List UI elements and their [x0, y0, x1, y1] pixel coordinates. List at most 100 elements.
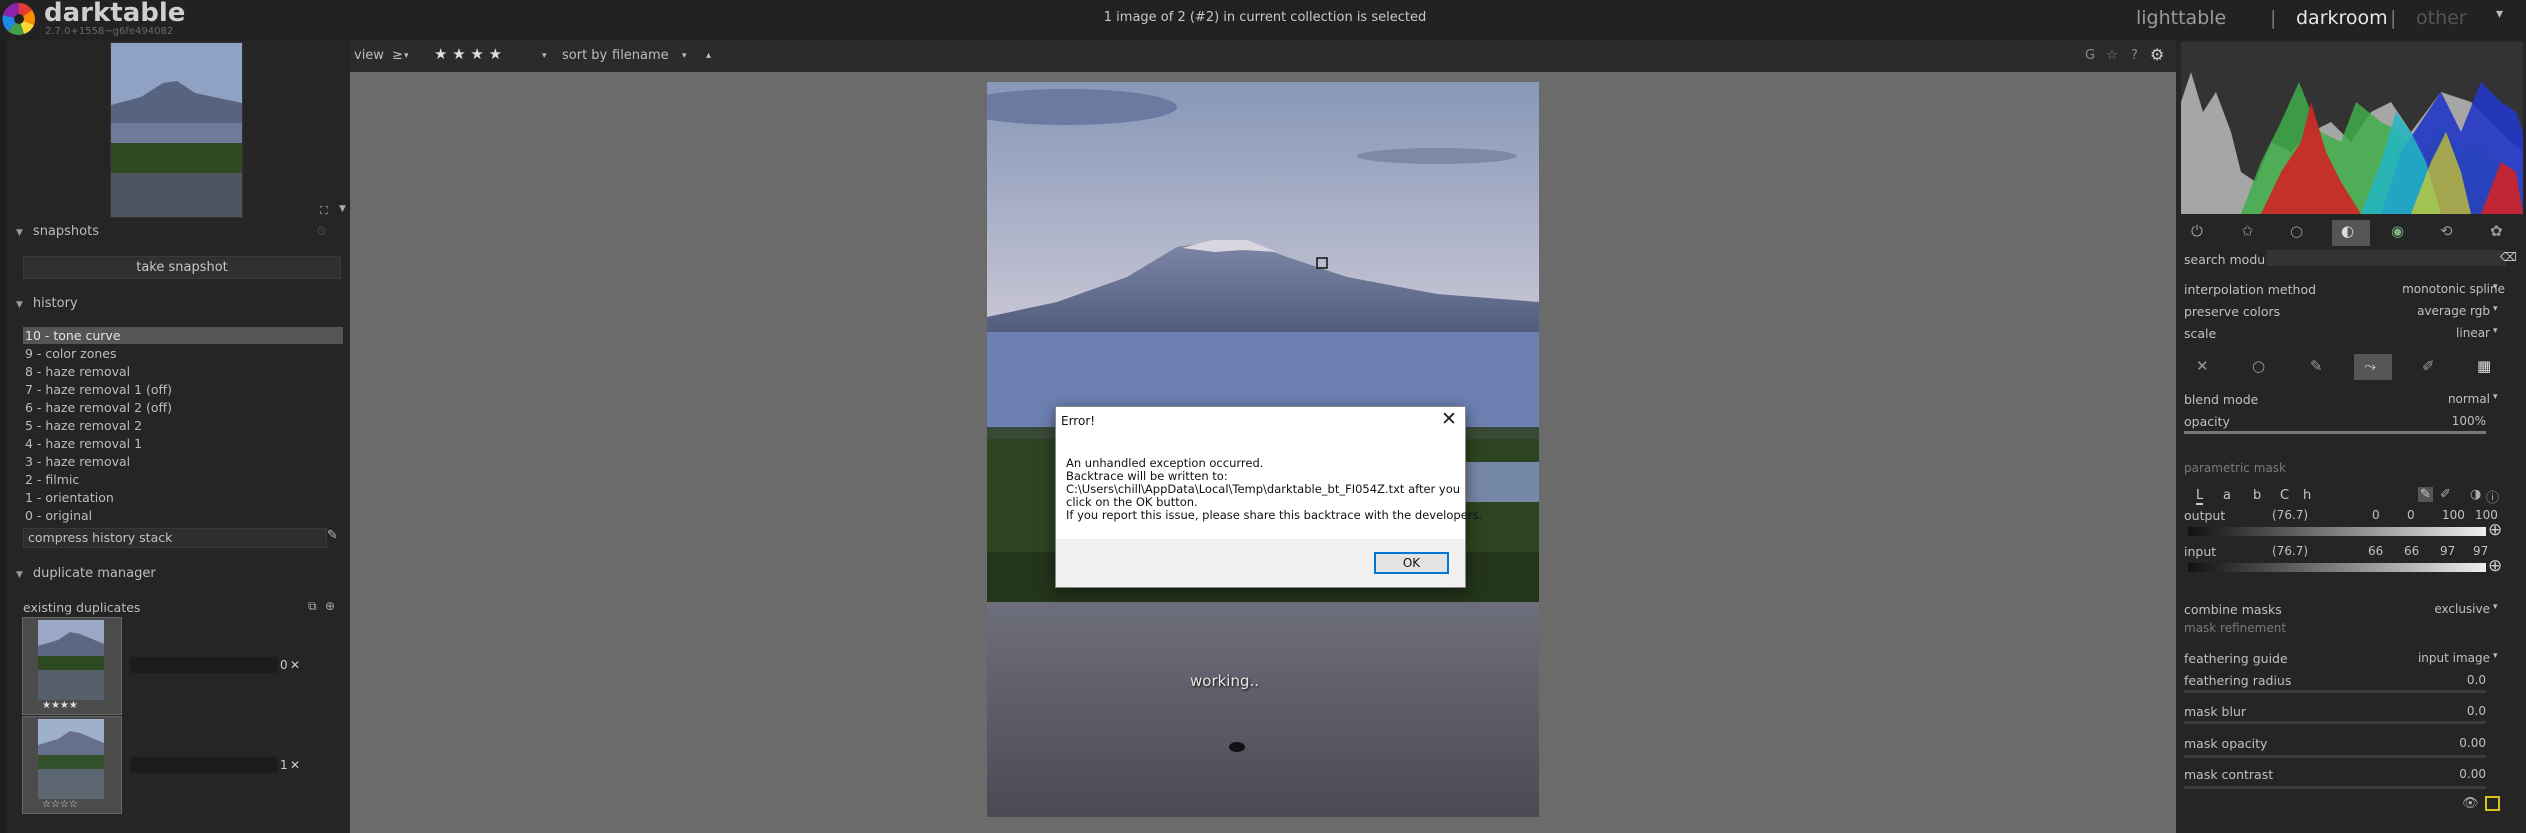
display-mask-eye-icon[interactable]: 👁 [2462, 796, 2479, 811]
dialog-message-line: Backtrace will be written to: [1066, 469, 1228, 483]
clear-search-icon[interactable]: ⌫ [2500, 250, 2517, 264]
history-item[interactable]: 10 - tone curve [23, 327, 343, 344]
channel-tab-C[interactable]: C [2280, 488, 2289, 503]
duplicate-delete-icon[interactable]: ✕ [290, 658, 300, 672]
mask-opacity-slider[interactable] [2184, 755, 2486, 758]
mask-contrast-label: mask contrast [2184, 767, 2274, 782]
history-header[interactable]: ▼ history [16, 296, 78, 311]
histogram[interactable] [2181, 42, 2523, 214]
create-style-icon[interactable]: ✎ [327, 528, 338, 543]
input-range-slider[interactable] [2188, 563, 2486, 572]
basic-group-circle-icon[interactable]: ○ [2290, 222, 2303, 240]
blend-drawn-parametric-icon[interactable]: ✐ [2422, 357, 2435, 375]
comparator-dropdown-icon[interactable]: ▾ [404, 51, 409, 61]
mask-contrast-slider[interactable] [2184, 786, 2486, 789]
tone-group-icon[interactable]: ◐ [2341, 222, 2354, 240]
blend-off-icon[interactable]: ✕ [2196, 357, 2209, 375]
sort-by-select[interactable]: filename [612, 48, 669, 63]
blend-uniform-icon[interactable]: ○ [2252, 357, 2265, 375]
preset-icon[interactable]: ⚙ [316, 224, 327, 238]
history-item[interactable]: 8 - haze removal [23, 363, 343, 380]
history-item[interactable]: 6 - haze removal 2 (off) [23, 399, 343, 416]
close-icon[interactable]: ✕ [1441, 408, 1457, 430]
history-item[interactable]: 9 - color zones [23, 345, 343, 362]
combine-masks-select[interactable]: exclusive [2350, 602, 2490, 616]
output-label: output [2184, 508, 2226, 523]
dialog-title: Error! [1061, 414, 1096, 428]
mask-blur-slider[interactable] [2184, 721, 2486, 724]
color-picker-area-icon[interactable]: ✐ [2440, 487, 2451, 502]
history-item[interactable]: 1 - orientation [23, 489, 343, 506]
channel-tab-h[interactable]: h [2303, 488, 2311, 503]
channel-tab-a[interactable]: a [2223, 488, 2231, 503]
tab-lighttable[interactable]: lighttable [2136, 7, 2226, 29]
blend-drawn-icon[interactable]: ✎ [2310, 357, 2323, 375]
rating-filter[interactable]: ★ ★ ★ ★ [434, 45, 502, 63]
blend-raster-icon[interactable]: ▦ [2477, 357, 2491, 375]
history-item[interactable]: 4 - haze removal 1 [23, 435, 343, 452]
history-item[interactable]: 2 - filmic [23, 471, 343, 488]
dropdown-arrow-icon[interactable]: ▾ [2493, 602, 2498, 612]
power-icon[interactable]: ⏻ [2191, 222, 2203, 240]
rating-comparator[interactable]: ≥ [392, 48, 403, 63]
feathering-radius-label: feathering radius [2184, 673, 2292, 688]
overlays-star-icon[interactable]: ☆ [2106, 48, 2118, 63]
blend-mode-select[interactable]: normal [2350, 392, 2490, 406]
take-snapshot-button[interactable]: take snapshot [23, 256, 341, 279]
duplicate-copy-icon[interactable]: ⧉ [308, 599, 317, 614]
sort-order-icon[interactable]: ▴ [706, 50, 711, 61]
color-picker-icon[interactable]: ✎ [2418, 487, 2433, 502]
dialog-message-line: click on the OK button. [1066, 495, 1198, 509]
dropdown-arrow-icon[interactable]: ▾ [2493, 304, 2498, 314]
duplicate-version-field[interactable] [130, 657, 278, 673]
preferences-gear-icon[interactable]: ⚙ [2150, 45, 2164, 64]
effect-group-icon[interactable]: ✿ [2490, 222, 2503, 240]
dropdown-arrow-icon[interactable]: ▾ [2493, 651, 2498, 661]
rating-dropdown-icon[interactable]: ▾ [542, 51, 547, 61]
duplicate-manager-header[interactable]: ▼ duplicate manager [16, 566, 156, 581]
color-group-icon[interactable]: ◉ [2391, 222, 2404, 240]
compress-history-button[interactable]: compress history stack [23, 528, 327, 548]
scale-select[interactable]: linear [2350, 326, 2490, 340]
navigation-expand-icon[interactable]: ⛶ [320, 204, 328, 218]
interpolation-method-select[interactable]: monotonic spline [2350, 282, 2505, 296]
input-zoom-icon[interactable]: ⊕ [2488, 556, 2502, 576]
duplicate-new-icon[interactable]: ⊕ [325, 599, 335, 613]
duplicate-delete-icon[interactable]: ✕ [290, 758, 300, 772]
output-range-slider[interactable] [2188, 527, 2486, 536]
feathering-radius-slider[interactable] [2184, 690, 2486, 693]
preserve-colors-select[interactable]: average rgb [2350, 304, 2490, 318]
dropdown-arrow-icon[interactable]: ▾ [2493, 392, 2498, 402]
history-item[interactable]: 7 - haze removal 1 (off) [23, 381, 343, 398]
navigation-zoom-arrow-icon[interactable]: ▼ [339, 204, 346, 214]
channel-tab-L[interactable]: L [2196, 488, 2204, 505]
opacity-slider[interactable] [2184, 431, 2486, 434]
navigation-preview[interactable] [110, 42, 243, 218]
reset-icon[interactable]: ⓘ [2486, 487, 2499, 506]
ok-button[interactable]: OK [1374, 552, 1449, 574]
favorites-star-icon[interactable]: ✩ [2241, 222, 2254, 240]
invert-polarity-icon[interactable]: ◑ [2470, 487, 2481, 502]
output-zoom-icon[interactable]: ⊕ [2488, 520, 2502, 540]
blend-parametric-icon[interactable]: ⤳ [2364, 357, 2376, 375]
history-item[interactable]: 3 - haze removal [23, 453, 343, 470]
tab-other[interactable]: other [2416, 7, 2467, 29]
tab-darkroom[interactable]: darkroom [2296, 7, 2388, 29]
correct-group-icon[interactable]: ⟲ [2440, 222, 2453, 240]
help-icon[interactable]: ? [2131, 48, 2138, 63]
view-menu-arrow-icon[interactable]: ▾ [2496, 6, 2503, 22]
dropdown-arrow-icon[interactable]: ▾ [2493, 326, 2498, 336]
search-module-input[interactable] [2266, 250, 2506, 266]
history-item[interactable]: 5 - haze removal 2 [23, 417, 343, 434]
duplicate-version-field[interactable] [130, 757, 278, 773]
duplicate-rating[interactable]: ★★★★ [42, 700, 78, 711]
suppress-mask-icon[interactable] [2485, 796, 2500, 811]
sort-dropdown-icon[interactable]: ▾ [682, 51, 687, 61]
history-item[interactable]: 0 - original [23, 507, 343, 524]
dropdown-arrow-icon[interactable]: ▾ [2493, 282, 2498, 292]
grouping-icon[interactable]: G [2085, 48, 2095, 63]
snapshots-header[interactable]: ▼ snapshots [16, 224, 99, 239]
duplicate-rating[interactable]: ☆☆☆☆ [42, 799, 78, 810]
feathering-guide-select[interactable]: input image [2350, 651, 2490, 665]
channel-tab-b[interactable]: b [2253, 488, 2261, 503]
